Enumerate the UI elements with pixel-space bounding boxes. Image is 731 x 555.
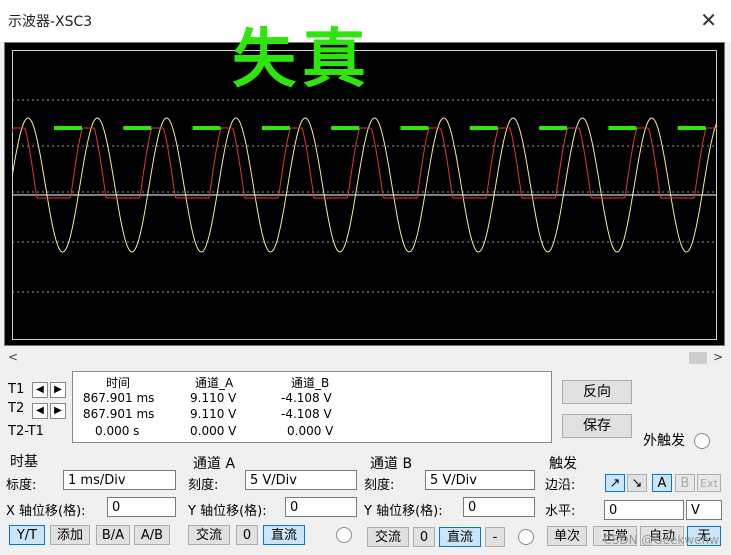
trace-b [12,117,717,253]
trigger-level-label: 水平: [545,504,576,519]
t1-left-arrow-icon[interactable]: ◀ [32,382,48,398]
readout-cell: 0.000 V [190,424,237,438]
channel-b-ypos-input[interactable]: 0 [463,497,535,517]
channel-a-scale-input[interactable]: 5 V/Div [245,470,357,490]
ext-trigger-radio[interactable] [694,433,710,449]
save-button[interactable]: 保存 [562,414,632,438]
trigger-source-a[interactable]: A [652,474,672,492]
scroll-right-icon[interactable]: > [713,350,723,364]
cursor-panel: T1 ◀ ▶ T2 ◀ ▶ T2-T1 [4,370,70,442]
measurement-readout: 时间 通道_A 通道_B 867.901 ms 9.110 V -4.108 V… [72,371,552,443]
trigger-level-input[interactable]: 0 [604,500,684,520]
channel-b-ypos-label: Y 轴位移(格): [364,504,443,519]
readout-cell: 9.110 V [190,391,237,405]
horizontal-scrollbar[interactable]: < > [4,350,727,366]
timebase-xpos-label: X 轴位移(格): [6,504,86,519]
trigger-source-b[interactable]: B [675,474,695,492]
t2-label: T2 [8,401,25,416]
timebase-title: 时基 [10,454,38,470]
scroll-left-icon[interactable]: < [8,350,18,364]
readout-cell: 0.000 s [95,424,140,438]
rising-edge-icon[interactable]: ↗ [605,474,625,492]
trigger-level-unit[interactable]: V [686,500,722,520]
readout-cell: 0.000 V [287,424,334,438]
channel-a-scale-label: 刻度: [188,478,219,493]
channel-b-zero-button[interactable]: 0 [413,527,435,547]
scroll-thumb[interactable] [689,352,707,364]
trigger-source-ext[interactable]: Ext [697,474,721,492]
channel-b-scale-input[interactable]: 5 V/Div [425,470,535,490]
mode-ab-button[interactable]: A/B [134,525,170,545]
channel-a-zero-button[interactable]: 0 [236,525,258,545]
channel-a-title: 通道 A [193,456,236,472]
channel-b-scale-label: 刻度: [364,478,395,493]
mode-add-button[interactable]: 添加 [50,525,90,545]
channel-a-dc-button[interactable]: 直流 [263,525,305,545]
ext-trigger-label: 外触发 [643,433,685,449]
channel-b-minus-button[interactable]: - [485,527,505,547]
readout-header: 通道_A [195,376,234,390]
trigger-title: 触发 [549,456,577,472]
overlay-annotation: 失真 [232,23,372,97]
channel-a-ypos-input[interactable]: 0 [285,497,357,517]
readout-cell: 867.901 ms [83,407,155,421]
timebase-scale-label: 标度: [6,478,37,493]
readout-header: 时间 [106,376,131,390]
channel-b-title: 通道 B [370,456,413,472]
mode-yt-button[interactable]: Y/T [9,525,45,545]
channel-b-radio[interactable] [518,529,534,545]
t2-left-arrow-icon[interactable]: ◀ [32,403,48,419]
t1-right-arrow-icon[interactable]: ▶ [50,382,66,398]
t2t1-label: T2-T1 [8,424,44,439]
reverse-button[interactable]: 反向 [562,380,632,404]
readout-cell: -4.108 V [281,391,332,405]
close-icon[interactable]: ✕ [700,8,717,32]
window-title: 示波器-XSC3 [8,14,93,30]
readout-header: 通道_B [291,376,330,390]
channel-b-ac-button[interactable]: 交流 [367,527,409,547]
readout-cell: -4.108 V [281,407,332,421]
t1-label: T1 [8,382,25,397]
trace-a [12,127,717,199]
timebase-scale-input[interactable]: 1 ms/Div [63,470,176,490]
channel-b-dc-button[interactable]: 直流 [439,527,481,547]
readout-cell: 9.110 V [190,407,237,421]
readout-cell: 867.901 ms [83,391,155,405]
channel-a-ypos-label: Y 轴位移(格): [188,504,267,519]
falling-edge-icon[interactable]: ↘ [627,474,647,492]
watermark: CSDN @Geekwenw [603,533,719,547]
mode-ba-button[interactable]: B/A [96,525,130,545]
channel-a-ac-button[interactable]: 交流 [188,525,230,545]
trigger-edge-label: 边沿: [545,478,576,493]
channel-a-radio[interactable] [336,527,352,543]
trigger-mode-single[interactable]: 单次 [547,526,587,546]
t2-right-arrow-icon[interactable]: ▶ [50,403,66,419]
timebase-xpos-input[interactable]: 0 [107,497,176,517]
